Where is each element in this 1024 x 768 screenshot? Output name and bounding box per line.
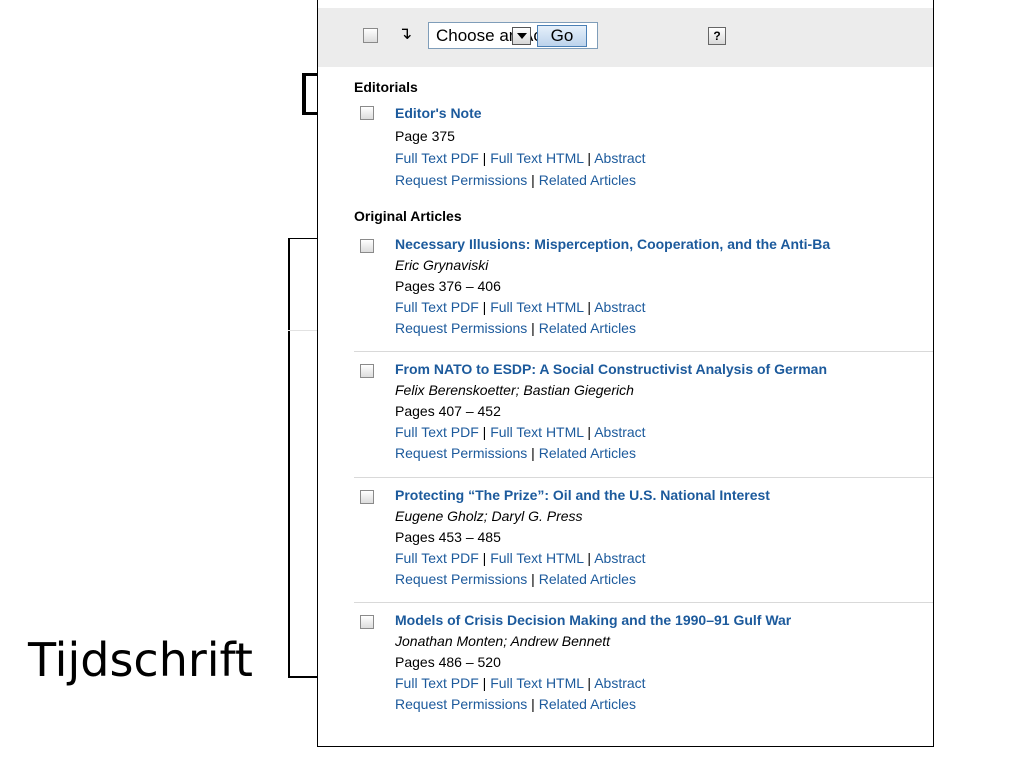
- article-authors: Eric Grynaviski: [395, 257, 489, 273]
- request-permissions-link[interactable]: Request Permissions: [395, 445, 527, 461]
- divider-line: [288, 330, 318, 331]
- permission-links: Request Permissions | Related Articles: [395, 320, 636, 336]
- article-checkbox[interactable]: [360, 364, 374, 378]
- section-heading: Original Articles: [354, 208, 462, 224]
- permission-links: Request Permissions | Related Articles: [395, 172, 636, 188]
- fulltext-links: Full Text PDF | Full Text HTML | Abstrac…: [395, 424, 646, 440]
- article-item: From NATO to ESDP: A Social Constructivi…: [354, 351, 933, 477]
- article-authors: Eugene Gholz; Daryl G. Press: [395, 508, 583, 524]
- journal-toc-panel: ↴ Choose an Action: Go ? Editorials Edit…: [317, 0, 934, 747]
- article-authors: Felix Berenskoetter; Bastian Giegerich: [395, 382, 634, 398]
- section-editorials: Editorials Editor's Note Page 375 Full T…: [354, 76, 933, 207]
- full-text-html-link[interactable]: Full Text HTML: [490, 550, 583, 566]
- article-item: Models of Crisis Decision Making and the…: [354, 602, 933, 726]
- article-item: Editor's Note Page 375 Full Text PDF | F…: [354, 98, 933, 207]
- abstract-link[interactable]: Abstract: [594, 150, 645, 166]
- article-pages: Page 375: [395, 128, 455, 144]
- article-title-link[interactable]: From NATO to ESDP: A Social Constructivi…: [395, 359, 933, 380]
- abstract-link[interactable]: Abstract: [594, 675, 645, 691]
- permission-links: Request Permissions | Related Articles: [395, 696, 636, 712]
- related-articles-link[interactable]: Related Articles: [539, 696, 636, 712]
- action-toolbar: ↴ Choose an Action: Go ?: [318, 8, 933, 67]
- article-pages: Pages 376 – 406: [395, 278, 501, 294]
- permission-links: Request Permissions | Related Articles: [395, 571, 636, 587]
- full-text-pdf-link[interactable]: Full Text PDF: [395, 299, 479, 315]
- related-articles-link[interactable]: Related Articles: [539, 571, 636, 587]
- related-articles-link[interactable]: Related Articles: [539, 320, 636, 336]
- fulltext-links: Full Text PDF | Full Text HTML | Abstrac…: [395, 299, 646, 315]
- article-checkbox[interactable]: [360, 106, 374, 120]
- abstract-link[interactable]: Abstract: [594, 424, 645, 440]
- articles-bracket: [288, 238, 318, 678]
- related-articles-link[interactable]: Related Articles: [539, 172, 636, 188]
- request-permissions-link[interactable]: Request Permissions: [395, 320, 527, 336]
- article-item: Necessary Illusions: Misperception, Coop…: [354, 227, 933, 351]
- full-text-pdf-link[interactable]: Full Text PDF: [395, 150, 479, 166]
- help-button[interactable]: ?: [708, 27, 726, 45]
- article-authors: Jonathan Monten; Andrew Bennett: [395, 633, 611, 649]
- full-text-pdf-link[interactable]: Full Text PDF: [395, 424, 479, 440]
- go-button[interactable]: Go: [537, 25, 587, 47]
- toc-content: Editorials Editor's Note Page 375 Full T…: [354, 76, 933, 726]
- chevron-down-icon[interactable]: [512, 27, 531, 45]
- full-text-html-link[interactable]: Full Text HTML: [490, 675, 583, 691]
- full-text-pdf-link[interactable]: Full Text PDF: [395, 675, 479, 691]
- fulltext-links: Full Text PDF | Full Text HTML | Abstrac…: [395, 550, 646, 566]
- select-all-checkbox[interactable]: [363, 28, 378, 43]
- article-checkbox[interactable]: [360, 615, 374, 629]
- article-pages: Pages 486 – 520: [395, 654, 501, 670]
- article-checkbox[interactable]: [360, 239, 374, 253]
- article-checkbox[interactable]: [360, 490, 374, 504]
- fulltext-links: Full Text PDF | Full Text HTML | Abstrac…: [395, 150, 646, 166]
- article-pages: Pages 407 – 452: [395, 403, 501, 419]
- full-text-html-link[interactable]: Full Text HTML: [490, 424, 583, 440]
- fulltext-links: Full Text PDF | Full Text HTML | Abstrac…: [395, 675, 646, 691]
- editorials-bracket: [302, 73, 318, 115]
- related-articles-link[interactable]: Related Articles: [539, 445, 636, 461]
- abstract-link[interactable]: Abstract: [594, 299, 645, 315]
- article-title-link[interactable]: Models of Crisis Decision Making and the…: [395, 610, 933, 631]
- full-text-pdf-link[interactable]: Full Text PDF: [395, 550, 479, 566]
- full-text-html-link[interactable]: Full Text HTML: [490, 150, 583, 166]
- full-text-html-link[interactable]: Full Text HTML: [490, 299, 583, 315]
- article-title-link[interactable]: Editor's Note: [395, 102, 933, 125]
- article-title-link[interactable]: Necessary Illusions: Misperception, Coop…: [395, 234, 933, 255]
- permission-links: Request Permissions | Related Articles: [395, 445, 636, 461]
- article-item: Protecting “The Prize”: Oil and the U.S.…: [354, 477, 933, 602]
- article-pages: Pages 453 – 485: [395, 529, 501, 545]
- section-heading: Editorials: [354, 79, 418, 95]
- request-permissions-link[interactable]: Request Permissions: [395, 172, 527, 188]
- request-permissions-link[interactable]: Request Permissions: [395, 571, 527, 587]
- request-permissions-link[interactable]: Request Permissions: [395, 696, 527, 712]
- article-title-link[interactable]: Protecting “The Prize”: Oil and the U.S.…: [395, 485, 933, 506]
- corner-arrow-icon: ↴: [398, 24, 413, 44]
- annotation-label: Tijdschrift: [28, 633, 253, 687]
- section-original-articles: Original Articles Necessary Illusions: M…: [354, 205, 933, 726]
- abstract-link[interactable]: Abstract: [594, 550, 645, 566]
